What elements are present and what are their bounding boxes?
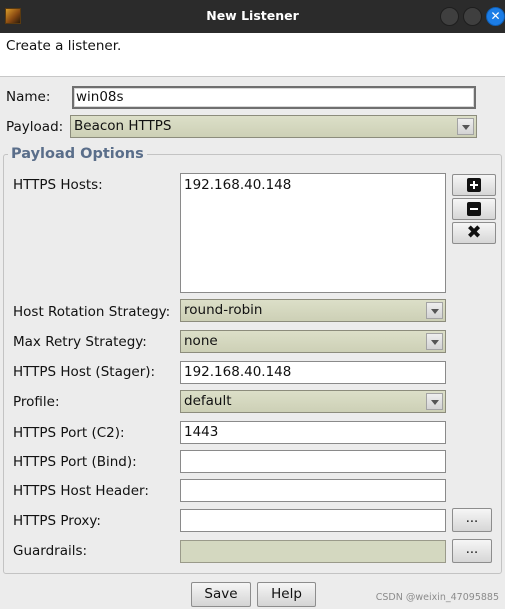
payload-options-title: Payload Options [8, 146, 147, 162]
payload-label: Payload: [6, 119, 64, 135]
payload-select[interactable]: Beacon HTTPS [70, 115, 477, 138]
profile-label: Profile: [13, 394, 60, 410]
host-stager-input[interactable]: 192.168.40.148 [180, 361, 446, 384]
description-panel: Create a listener. [0, 33, 505, 77]
minimize-button[interactable] [440, 7, 459, 26]
proxy-browse-button[interactable]: ... [452, 508, 492, 532]
save-button[interactable]: Save [191, 582, 251, 607]
chevron-down-icon[interactable] [457, 118, 474, 135]
window-title: New Listener [206, 8, 299, 23]
maximize-button[interactable] [463, 7, 482, 26]
chevron-down-icon[interactable] [426, 302, 443, 319]
max-retry-select[interactable]: none [180, 330, 446, 353]
chevron-down-icon[interactable] [426, 333, 443, 350]
host-stager-label: HTTPS Host (Stager): [13, 364, 156, 380]
title-bar: New Listener ✕ [0, 0, 505, 33]
add-host-button[interactable] [452, 174, 496, 196]
host-header-label: HTTPS Host Header: [13, 483, 149, 499]
profile-select[interactable]: default [180, 390, 446, 413]
payload-value: Beacon HTTPS [74, 118, 172, 134]
minus-square-icon [467, 202, 481, 216]
close-icon: ✕ [490, 9, 501, 23]
x-icon: ✖ [466, 222, 482, 243]
list-item[interactable]: 192.168.40.148 [184, 177, 442, 195]
host-rotation-value: round-robin [184, 302, 263, 318]
name-label: Name: [6, 89, 51, 105]
port-bind-input[interactable] [180, 450, 446, 473]
profile-value: default [184, 393, 232, 409]
remove-host-button[interactable] [452, 198, 496, 220]
proxy-input[interactable] [180, 509, 446, 532]
guardrails-input[interactable] [180, 540, 446, 563]
description-text: Create a listener. [6, 38, 122, 54]
max-retry-value: none [184, 333, 218, 349]
max-retry-label: Max Retry Strategy: [13, 334, 147, 350]
plus-square-icon [467, 178, 481, 192]
chevron-down-icon[interactable] [426, 393, 443, 410]
https-hosts-list[interactable]: 192.168.40.148 [180, 173, 446, 293]
port-c2-label: HTTPS Port (C2): [13, 425, 125, 441]
port-bind-label: HTTPS Port (Bind): [13, 454, 137, 470]
watermark: CSDN @weixin_47095885 [375, 592, 499, 603]
proxy-label: HTTPS Proxy: [13, 513, 101, 529]
guardrails-browse-button[interactable]: ... [452, 539, 492, 563]
clear-hosts-button[interactable]: ✖ [452, 222, 496, 244]
name-input[interactable]: win08s [72, 86, 476, 109]
close-button[interactable]: ✕ [486, 7, 505, 26]
host-rotation-label: Host Rotation Strategy: [13, 304, 171, 320]
help-button[interactable]: Help [257, 582, 316, 607]
host-header-input[interactable] [180, 479, 446, 502]
host-rotation-select[interactable]: round-robin [180, 299, 446, 322]
port-c2-input[interactable]: 1443 [180, 421, 446, 444]
guardrails-label: Guardrails: [13, 543, 88, 559]
https-hosts-label: HTTPS Hosts: [13, 177, 103, 193]
